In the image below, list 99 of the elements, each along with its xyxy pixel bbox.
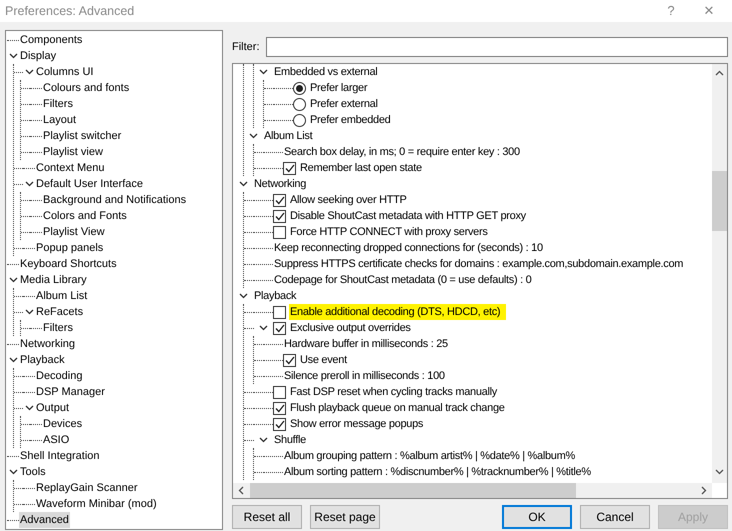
checkbox[interactable] [273, 226, 286, 238]
tree-item[interactable]: Output [35, 400, 70, 416]
setting-label[interactable]: Album grouping pattern : %album artist% | %date% | %album% [283, 448, 581, 464]
chevron-icon[interactable] [24, 309, 34, 315]
tree-item[interactable]: Components [19, 32, 84, 48]
setting-label[interactable]: Album sorting pattern : %discnumber% | %tracknumber% | %title% [283, 464, 597, 480]
chevron-icon[interactable] [259, 69, 268, 75]
setting-label[interactable]: Allow seeking over HTTP [289, 192, 413, 208]
setting-label[interactable]: Show error message popups [289, 416, 430, 432]
tree-item[interactable]: Playlist switcher [42, 128, 122, 144]
tree-item[interactable]: Layout [42, 112, 78, 128]
checkbox[interactable] [273, 194, 286, 206]
scroll-up-icon[interactable] [715, 70, 724, 76]
chevron-icon[interactable] [239, 181, 248, 187]
tree-item[interactable]: ASIO [42, 432, 70, 448]
chevron-icon[interactable] [24, 69, 34, 75]
setting-label[interactable]: Fast DSP reset when cycling tracks manually [289, 384, 503, 400]
setting-group[interactable]: Exclusive output overrides [289, 320, 417, 336]
checkbox[interactable] [273, 418, 286, 430]
tree-item[interactable]: Album List [35, 288, 88, 304]
tree-item[interactable]: Default User Interface [35, 176, 144, 192]
tree-item[interactable]: Advanced [19, 512, 70, 528]
scroll-left-icon[interactable] [238, 486, 244, 495]
tree-item[interactable]: Playback [19, 352, 66, 368]
setting-label[interactable]: Suppress HTTPS certificate checks for domains : example.com,subdomain.example.com [273, 256, 690, 272]
tree-item[interactable]: Tools [19, 464, 47, 480]
setting-label[interactable]: Hardware buffer in milliseconds : 25 [283, 336, 454, 352]
tree-item[interactable]: Filters [42, 96, 74, 112]
chevron-icon[interactable] [24, 405, 34, 411]
tree-item[interactable]: DSP Manager [35, 384, 106, 400]
radio-button[interactable] [293, 114, 306, 126]
tree-item[interactable]: Playlist View [42, 224, 106, 240]
scrollbar-thumb[interactable] [712, 171, 727, 231]
tree-item[interactable]: Display [19, 48, 58, 64]
chevron-icon[interactable] [249, 133, 258, 139]
setting-label[interactable]: Search box delay, in ms; 0 = require enter key : 300 [283, 144, 526, 160]
setting-label[interactable]: Keep reconnecting dropped connections for (seconds) : 10 [273, 240, 549, 256]
tree-item[interactable]: ReplayGain Scanner [35, 480, 139, 496]
tree-item[interactable]: Colours and fonts [42, 80, 130, 96]
checkbox[interactable] [273, 402, 286, 414]
tree-item[interactable]: Decoding [35, 368, 84, 384]
setting-label[interactable]: Remember last open state [299, 160, 428, 176]
window-title: Preferences: Advanced [5, 2, 136, 20]
chevron-icon[interactable] [259, 437, 268, 443]
setting-label[interactable]: Prefer larger [309, 80, 374, 96]
vertical-scrollbar[interactable] [712, 64, 727, 483]
setting-label[interactable]: Prefer external [309, 96, 384, 112]
chevron-icon[interactable] [8, 53, 18, 59]
tree-item[interactable]: Colors and Fonts [42, 208, 128, 224]
setting-label[interactable]: Force HTTP CONNECT with proxy servers [289, 224, 494, 240]
tree-item[interactable]: Networking [19, 336, 76, 352]
chevron-icon[interactable] [8, 277, 18, 283]
dialog-button[interactable]: Reset all [232, 505, 302, 529]
filter-label: Filter: [232, 40, 260, 55]
setting-label[interactable]: Enable additional decoding (DTS, HDCD, etc) [289, 304, 506, 320]
setting-group[interactable]: Embedded vs external [273, 64, 384, 80]
horizontal-scrollbar[interactable] [233, 483, 712, 498]
setting-label[interactable]: Use event [299, 352, 353, 368]
tree-item[interactable]: Media Library [19, 272, 88, 288]
checkbox[interactable] [273, 386, 286, 398]
tree-item[interactable]: Filters [42, 320, 74, 336]
radio-button[interactable] [293, 98, 306, 110]
tree-item[interactable]: Columns UI [35, 64, 94, 80]
tree-item[interactable]: Waveform Minibar (mod) [35, 496, 158, 512]
checkbox[interactable] [283, 354, 296, 366]
checkbox[interactable] [283, 162, 296, 174]
filter-field[interactable] [266, 37, 728, 57]
chevron-icon[interactable] [239, 293, 248, 299]
setting-group[interactable]: Shuffle [273, 432, 312, 448]
dialog-button[interactable]: Reset page [310, 505, 380, 529]
scrollbar-thumb[interactable] [250, 483, 576, 498]
chevron-icon[interactable] [8, 469, 18, 475]
chevron-icon[interactable] [8, 357, 18, 363]
tree-item[interactable]: Context Menu [35, 160, 106, 176]
tree-item[interactable]: Devices [42, 416, 84, 432]
tree-item[interactable]: Popup panels [35, 240, 104, 256]
setting-label[interactable]: Silence preroll in milliseconds : 100 [283, 368, 451, 384]
checkbox[interactable] [273, 306, 286, 318]
setting-label[interactable]: Prefer embedded [309, 112, 396, 128]
tree-item[interactable]: Playlist view [42, 144, 104, 160]
tree-item[interactable]: Keyboard Shortcuts [19, 256, 118, 272]
scroll-down-icon[interactable] [715, 469, 724, 475]
chevron-icon[interactable] [24, 181, 34, 187]
checkbox[interactable] [273, 210, 286, 222]
dialog-button[interactable]: OK [502, 505, 572, 529]
setting-label[interactable]: Codepage for ShoutCast metadata (0 = use defaults) : 0 [273, 272, 538, 288]
setting-group[interactable]: Playback [253, 288, 302, 304]
tree-item[interactable]: ReFacets [35, 304, 84, 320]
setting-label[interactable]: Disable ShoutCast metadata with HTTP GET proxy [289, 208, 532, 224]
setting-group[interactable]: Album List [263, 128, 318, 144]
scroll-right-icon[interactable] [701, 486, 707, 495]
setting-group[interactable]: Networking [253, 176, 312, 192]
checkbox[interactable] [273, 322, 286, 334]
tree-item[interactable]: Background and Notifications [42, 192, 188, 208]
dialog-button[interactable]: Cancel [580, 505, 650, 529]
setting-label[interactable]: Flush playback queue on manual track change [289, 400, 511, 416]
tree-item[interactable]: Shell Integration [19, 448, 100, 464]
chevron-icon[interactable] [259, 325, 268, 331]
radio-button[interactable] [293, 82, 306, 94]
